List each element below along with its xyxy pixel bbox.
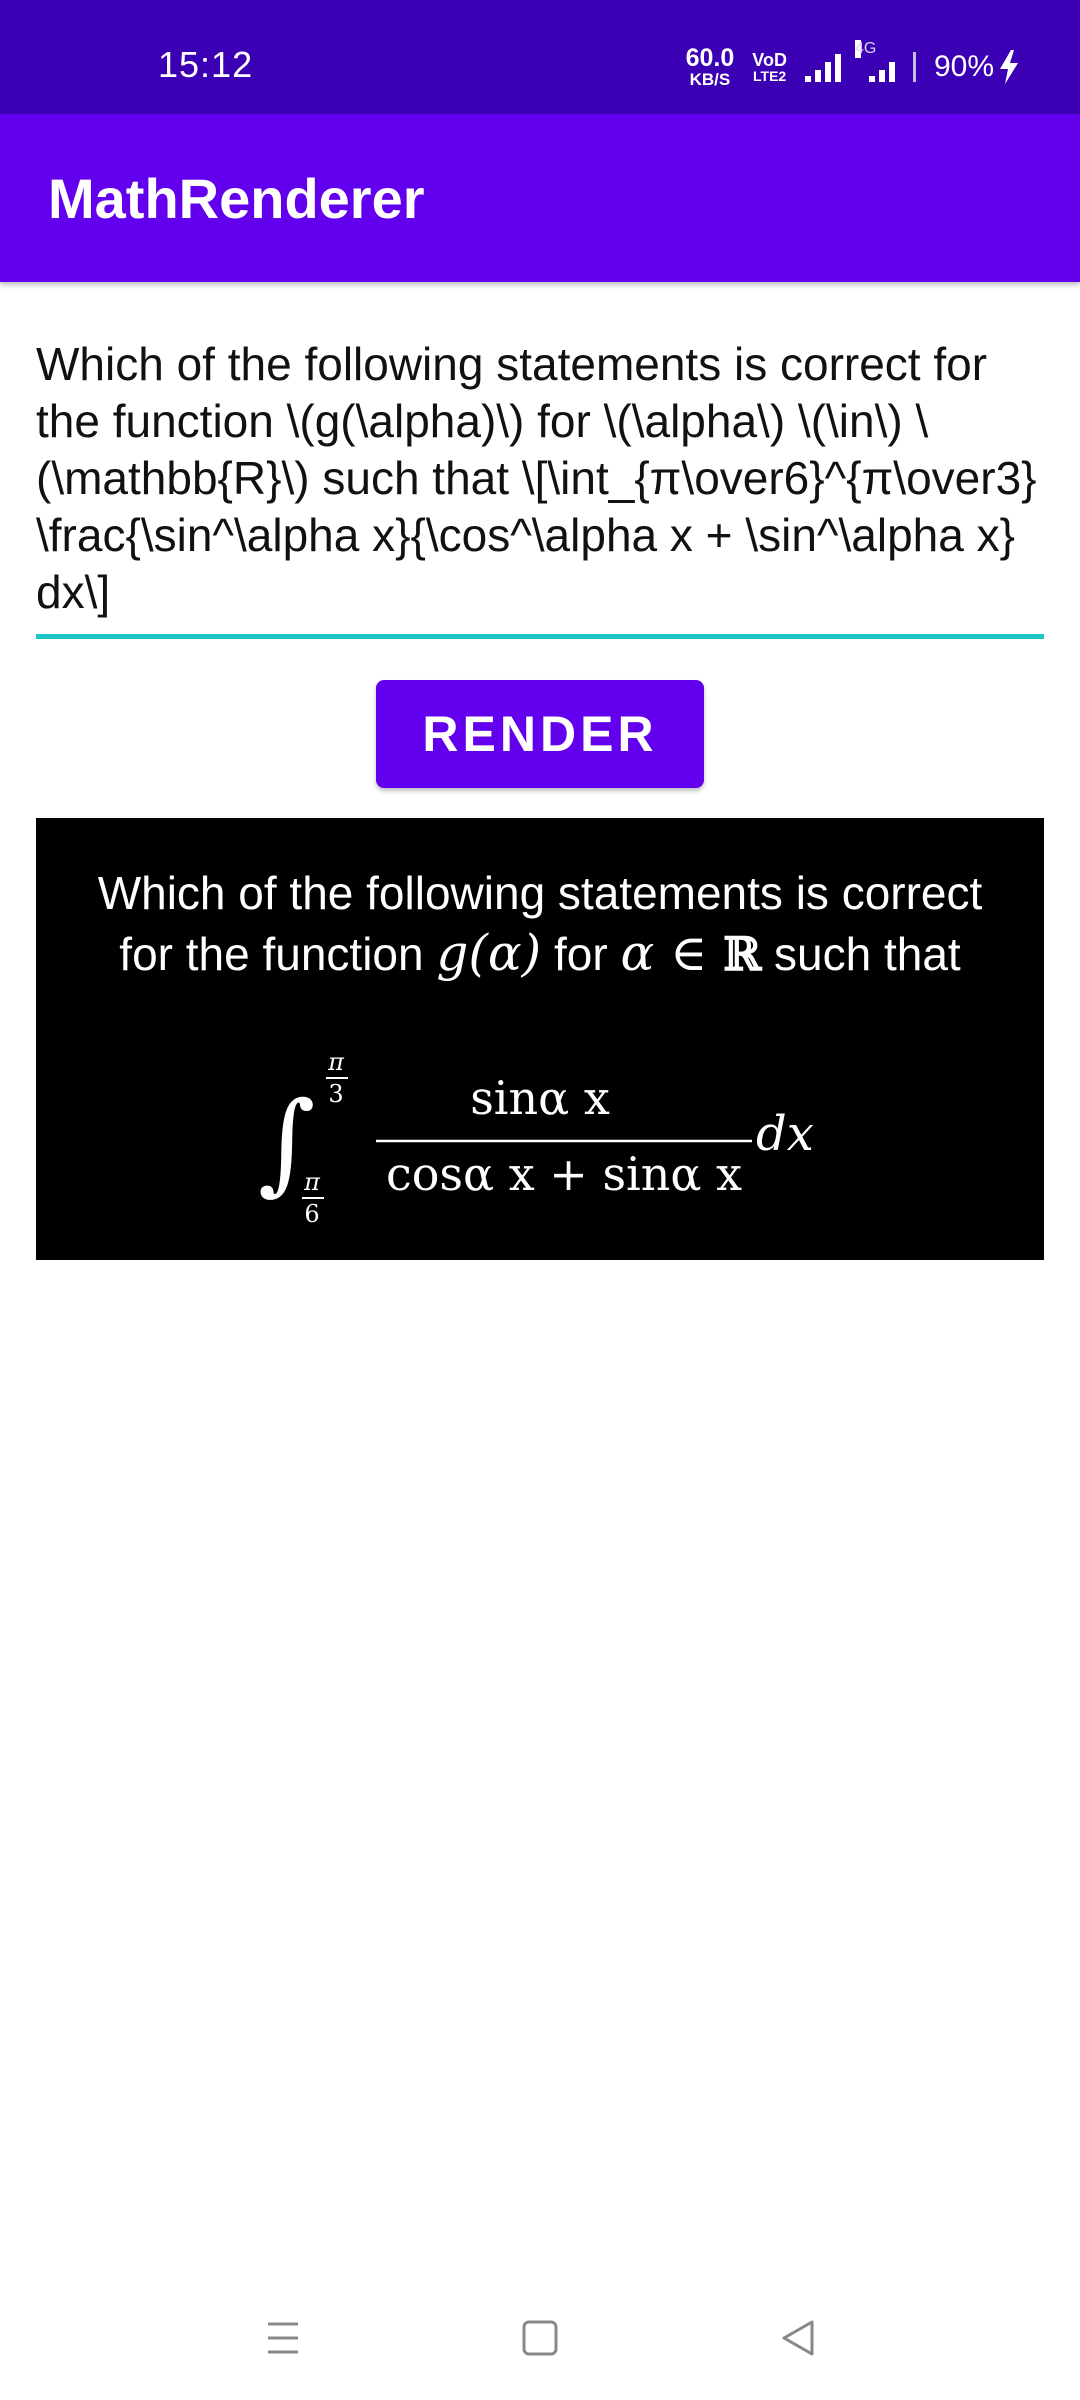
signal-strength-icon bbox=[804, 52, 841, 82]
latex-input-field[interactable]: Which of the following statements is cor… bbox=[36, 336, 1044, 621]
charging-bolt-icon bbox=[1000, 50, 1018, 84]
network-type-label: 4G bbox=[854, 40, 877, 58]
battery-indicator: 90% bbox=[934, 50, 1020, 84]
volte-top: VoD bbox=[752, 50, 787, 70]
output-text-segment: such that bbox=[761, 928, 961, 980]
home-square-icon[interactable] bbox=[510, 2308, 570, 2368]
battery-percent: 90% bbox=[933, 50, 994, 83]
upper-limit-denominator: 3 bbox=[328, 1080, 343, 1108]
math-alpha-in: α ∈ bbox=[620, 924, 724, 982]
differential-dx: dx bbox=[756, 1106, 814, 1162]
output-text-line-2: for the function g(α) for α ∈ ℝ such tha… bbox=[36, 924, 1044, 982]
fraction-numerator: sinα x bbox=[470, 1071, 610, 1125]
fraction-denominator: cosα x + sinα x bbox=[386, 1147, 742, 1201]
menu-icon[interactable] bbox=[252, 2308, 312, 2368]
input-underline bbox=[36, 634, 1044, 639]
math-g-alpha: g(α) bbox=[436, 924, 542, 982]
status-bar: 15:12 60.0 KB/S VoD LTE2 4G 90% bbox=[0, 0, 1080, 114]
network-speed-unit: KB/S bbox=[689, 70, 731, 89]
volte-bottom: LTE2 bbox=[753, 68, 787, 84]
integral-equation: ∫ π 3 π 6 sinα x cosα x + sinα x dx bbox=[36, 1028, 1044, 1228]
status-separator bbox=[912, 52, 916, 82]
rendered-output: Which of the following statements is cor… bbox=[36, 818, 1044, 1260]
integral-svg: ∫ π 3 π 6 sinα x cosα x + sinα x dx bbox=[258, 1048, 814, 1228]
status-icons: 60.0 KB/S VoD LTE2 4G 90% bbox=[685, 40, 1020, 89]
back-triangle-icon[interactable] bbox=[768, 2308, 828, 2368]
output-text-segment: for the function bbox=[119, 928, 437, 980]
lower-limit-numerator: π bbox=[303, 1168, 321, 1196]
app-bar: MathRenderer bbox=[0, 114, 1080, 282]
render-button[interactable]: RENDER bbox=[376, 680, 704, 788]
math-real-set: ℝ bbox=[723, 927, 762, 981]
network-speed-value: 60.0 bbox=[685, 44, 735, 72]
output-text-segment: for bbox=[541, 928, 621, 980]
system-navigation-bar bbox=[0, 2280, 1080, 2400]
status-time: 15:12 bbox=[158, 44, 254, 85]
network-speed: 60.0 KB/S bbox=[685, 44, 735, 89]
output-text-line-1: Which of the following statements is cor… bbox=[97, 867, 983, 919]
upper-limit-numerator: π bbox=[327, 1048, 345, 1076]
signal-4g-icon: 4G bbox=[854, 40, 895, 82]
lower-limit-denominator: 6 bbox=[304, 1200, 319, 1228]
app-title: MathRenderer bbox=[48, 167, 425, 230]
volte-icon: VoD LTE2 bbox=[752, 51, 787, 83]
